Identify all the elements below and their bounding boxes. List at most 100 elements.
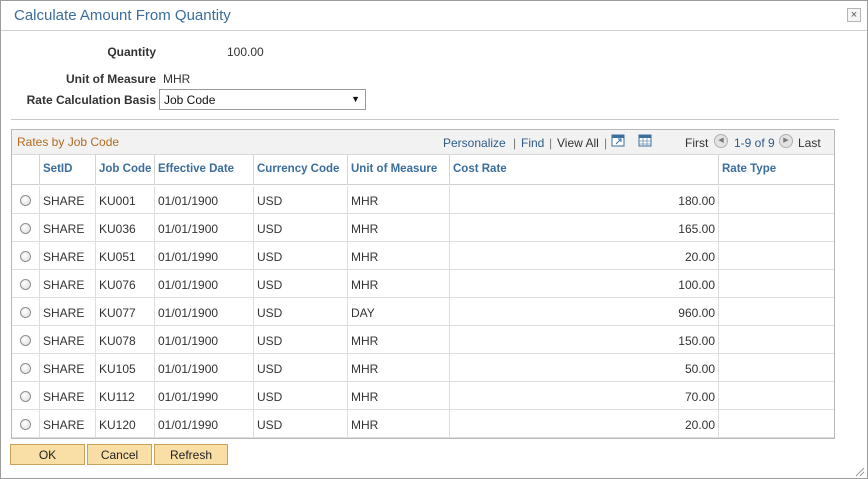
cell-job-code: KU078: [95, 326, 154, 354]
table-row[interactable]: SHARE KU076 01/01/1900 USD MHR 100.00: [12, 270, 834, 298]
range-indicator: 1-9 of 9: [734, 136, 775, 150]
cell-cost-rate: 150.00: [449, 326, 718, 354]
zoom-window-icon[interactable]: [611, 134, 625, 147]
cell-currency-code: USD: [253, 186, 347, 214]
cell-effective-date: 01/01/1900: [154, 354, 253, 382]
cell-cost-rate: 960.00: [449, 298, 718, 326]
cell-unit-of-measure: MHR: [347, 326, 449, 354]
grid-header: Rates by Job Code Personalize | Find | V…: [12, 130, 834, 155]
row-select-radio[interactable]: [20, 307, 31, 318]
cancel-button[interactable]: Cancel: [87, 444, 152, 465]
cell-setid: SHARE: [39, 186, 95, 214]
personalize-link[interactable]: Personalize: [443, 136, 506, 150]
column-header-currency-code: Currency Code: [253, 155, 347, 185]
cell-rate-type: [718, 214, 834, 242]
row-select-radio[interactable]: [20, 195, 31, 206]
cell-effective-date: 01/01/1900: [154, 214, 253, 242]
cell-cost-rate: 70.00: [449, 382, 718, 410]
cell-rate-type: [718, 270, 834, 298]
close-icon: ×: [850, 9, 858, 21]
cell-currency-code: USD: [253, 354, 347, 382]
cell-effective-date: 01/01/1990: [154, 382, 253, 410]
nav-separator: |: [604, 136, 608, 150]
cell-rate-type: [718, 326, 834, 354]
uom-label: Unit of Measure: [65, 72, 156, 86]
cell-unit-of-measure: MHR: [347, 186, 449, 214]
table-row[interactable]: SHARE KU001 01/01/1900 USD MHR 180.00: [12, 186, 834, 214]
cell-currency-code: USD: [253, 214, 347, 242]
cell-unit-of-measure: DAY: [347, 298, 449, 326]
cell-cost-rate: 20.00: [449, 410, 718, 438]
cell-unit-of-measure: MHR: [347, 382, 449, 410]
table-row[interactable]: SHARE KU112 01/01/1990 USD MHR 70.00: [12, 382, 834, 410]
row-select-radio[interactable]: [20, 419, 31, 430]
column-header-unit-of-measure: Unit of Measure: [347, 155, 449, 185]
column-header-rate-type: Rate Type: [718, 155, 834, 185]
table-row[interactable]: SHARE KU120 01/01/1990 USD MHR 20.00: [12, 410, 834, 438]
cell-job-code: KU120: [95, 410, 154, 438]
cell-unit-of-measure: MHR: [347, 270, 449, 298]
find-link[interactable]: Find: [521, 136, 544, 150]
cell-job-code: KU077: [95, 298, 154, 326]
cell-cost-rate: 20.00: [449, 242, 718, 270]
table-row[interactable]: SHARE KU078 01/01/1900 USD MHR 150.00: [12, 326, 834, 354]
cell-cost-rate: 50.00: [449, 354, 718, 382]
resize-grip-icon[interactable]: [853, 465, 865, 477]
cell-rate-type: [718, 354, 834, 382]
column-header-job-code: Job Code: [95, 155, 154, 185]
view-all-link[interactable]: View All: [557, 136, 599, 150]
column-header-cost-rate: Cost Rate: [449, 155, 718, 185]
last-label: Last: [798, 136, 821, 150]
table-row[interactable]: SHARE KU077 01/01/1900 USD DAY 960.00: [12, 298, 834, 326]
row-select-radio[interactable]: [20, 335, 31, 346]
uom-value: MHR: [163, 72, 191, 86]
cell-rate-type: [718, 298, 834, 326]
cell-effective-date: 01/01/1900: [154, 186, 253, 214]
table-row[interactable]: SHARE KU051 01/01/1990 USD MHR 20.00: [12, 242, 834, 270]
cell-effective-date: 01/01/1900: [154, 326, 253, 354]
nav-separator: |: [549, 136, 553, 150]
section-divider: [11, 119, 839, 120]
ok-button[interactable]: OK: [10, 444, 85, 465]
row-select-radio[interactable]: [20, 251, 31, 262]
column-header-select: [12, 155, 39, 185]
column-header-setid: SetID: [39, 155, 95, 185]
dialog-title: Calculate Amount From Quantity: [14, 7, 231, 24]
first-label: First: [685, 136, 709, 150]
download-spreadsheet-icon[interactable]: [638, 134, 652, 147]
cell-currency-code: USD: [253, 242, 347, 270]
row-select-radio[interactable]: [20, 279, 31, 290]
cell-job-code: KU001: [95, 186, 154, 214]
table-row[interactable]: SHARE KU036 01/01/1900 USD MHR 165.00: [12, 214, 834, 242]
cell-rate-type: [718, 242, 834, 270]
cell-setid: SHARE: [39, 214, 95, 242]
cell-job-code: KU112: [95, 382, 154, 410]
refresh-button[interactable]: Refresh: [154, 444, 228, 465]
previous-arrow-icon[interactable]: ◀: [714, 134, 728, 148]
dialog-window: Calculate Amount From Quantity × Quantit…: [0, 0, 868, 479]
cell-rate-type: [718, 382, 834, 410]
cell-currency-code: USD: [253, 270, 347, 298]
quantity-label: Quantity: [107, 45, 156, 59]
row-select-radio[interactable]: [20, 391, 31, 402]
rate-basis-label: Rate Calculation Basis: [26, 93, 156, 107]
cell-setid: SHARE: [39, 298, 95, 326]
cell-effective-date: 01/01/1990: [154, 410, 253, 438]
cell-effective-date: 01/01/1900: [154, 270, 253, 298]
nav-separator: |: [513, 136, 517, 150]
table-row[interactable]: SHARE KU105 01/01/1900 USD MHR 50.00: [12, 354, 834, 382]
cell-setid: SHARE: [39, 382, 95, 410]
cell-currency-code: USD: [253, 298, 347, 326]
cell-job-code: KU105: [95, 354, 154, 382]
row-select-radio[interactable]: [20, 363, 31, 374]
cell-cost-rate: 100.00: [449, 270, 718, 298]
grid-title: Rates by Job Code: [17, 135, 120, 149]
next-arrow-icon[interactable]: ▶: [779, 134, 793, 148]
cell-job-code: KU076: [95, 270, 154, 298]
row-select-radio[interactable]: [20, 223, 31, 234]
close-button[interactable]: ×: [847, 8, 861, 22]
cell-job-code: KU051: [95, 242, 154, 270]
cell-unit-of-measure: MHR: [347, 410, 449, 438]
rate-basis-dropdown[interactable]: Job Code ▼: [159, 89, 366, 110]
cell-rate-type: [718, 186, 834, 214]
